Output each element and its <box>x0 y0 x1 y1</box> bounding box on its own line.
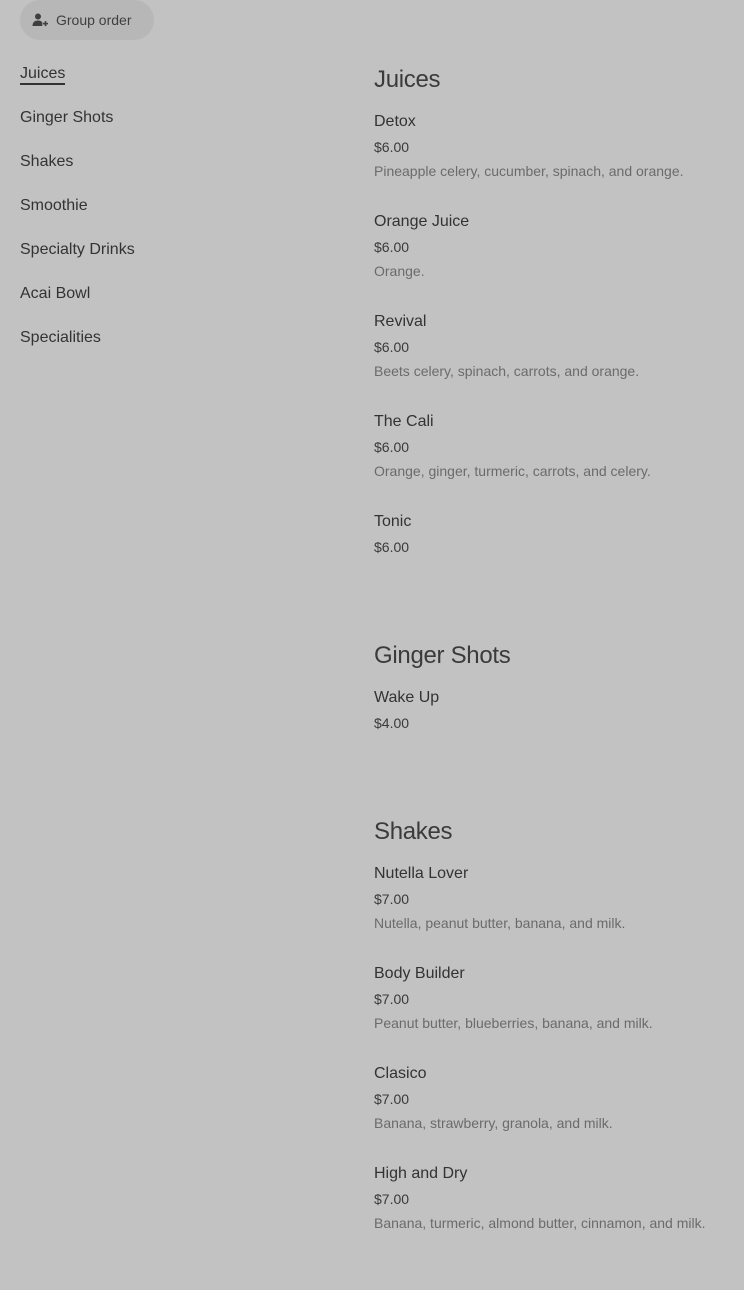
menu-item[interactable]: Revival $6.00 Beets celery, spinach, car… <box>374 310 734 410</box>
sidebar-item-specialty-drinks[interactable]: Specialty Drinks <box>20 238 320 282</box>
sidebar-item-label: Smoothie <box>20 197 88 214</box>
menu-item[interactable]: Tonic $6.00 <box>374 510 734 610</box>
item-description: Beets celery, spinach, carrots, and oran… <box>374 363 640 379</box>
section-title: Juices <box>374 66 441 93</box>
menu-item[interactable]: Nutella Lover $7.00 Nutella, peanut butt… <box>374 862 734 962</box>
sidebar-item-label: Juices <box>20 65 66 85</box>
item-name: Revival <box>374 313 427 330</box>
section-title: Shakes <box>374 818 453 845</box>
item-description <box>374 735 734 759</box>
menu-item[interactable]: Detox $6.00 Pineapple celery, cucumber, … <box>374 110 734 210</box>
menu-item[interactable]: Orange Juice $6.00 Orange. <box>374 210 734 310</box>
item-price: $6.00 <box>374 239 410 255</box>
menu-section-ginger-shots: Ginger Shots Wake Up $4.00 <box>374 638 734 786</box>
group-order-button[interactable]: Group order <box>20 0 154 40</box>
menu-item[interactable]: High and Dry $7.00 Banana, turmeric, alm… <box>374 1162 734 1262</box>
item-description: Banana, turmeric, almond butter, cinnamo… <box>374 1215 706 1231</box>
menu-content: Juices Detox $6.00 Pineapple celery, cuc… <box>374 62 734 1290</box>
sidebar-item-label: Shakes <box>20 153 74 170</box>
sidebar-item-juices[interactable]: Juices <box>20 62 320 106</box>
menu-section-juices: Juices Detox $6.00 Pineapple celery, cuc… <box>374 62 734 610</box>
category-sidebar: Juices Ginger Shots Shakes Smoothie Spec… <box>20 62 320 370</box>
sidebar-item-smoothie[interactable]: Smoothie <box>20 194 320 238</box>
person-add-icon <box>32 12 48 28</box>
item-description <box>374 559 734 583</box>
item-name: Orange Juice <box>374 213 470 230</box>
sidebar-item-acai-bowl[interactable]: Acai Bowl <box>20 282 320 326</box>
item-description: Orange, ginger, turmeric, carrots, and c… <box>374 463 651 479</box>
item-price: $7.00 <box>374 891 410 907</box>
item-price: $7.00 <box>374 1091 410 1107</box>
item-name: Detox <box>374 113 416 130</box>
item-description: Peanut butter, blueberries, banana, and … <box>374 1015 653 1031</box>
item-name: Clasico <box>374 1065 427 1082</box>
menu-item[interactable]: The Cali $6.00 Orange, ginger, turmeric,… <box>374 410 734 510</box>
item-price: $7.00 <box>374 1191 410 1207</box>
menu-item[interactable]: Body Builder $7.00 Peanut butter, bluebe… <box>374 962 734 1062</box>
item-description: Orange. <box>374 263 425 279</box>
item-price: $6.00 <box>374 339 410 355</box>
item-name: The Cali <box>374 413 434 430</box>
menu-section-shakes: Shakes Nutella Lover $7.00 Nutella, pean… <box>374 814 734 1262</box>
item-name: Tonic <box>374 513 412 530</box>
sidebar-item-label: Ginger Shots <box>20 109 114 126</box>
item-name: Body Builder <box>374 965 465 982</box>
menu-item[interactable]: Clasico $7.00 Banana, strawberry, granol… <box>374 1062 734 1162</box>
sidebar-item-ginger-shots[interactable]: Ginger Shots <box>20 106 320 150</box>
item-price: $4.00 <box>374 715 410 731</box>
item-name: High and Dry <box>374 1165 468 1182</box>
item-name: Wake Up <box>374 689 440 706</box>
sidebar-item-label: Acai Bowl <box>20 285 91 302</box>
item-name: Nutella Lover <box>374 865 469 882</box>
item-price: $6.00 <box>374 439 410 455</box>
sidebar-item-specialities[interactable]: Specialities <box>20 326 320 370</box>
menu-item[interactable]: Wake Up $4.00 <box>374 686 734 786</box>
group-order-label: Group order <box>56 12 132 28</box>
item-description: Banana, strawberry, granola, and milk. <box>374 1115 613 1131</box>
item-price: $6.00 <box>374 539 410 555</box>
sidebar-item-label: Specialities <box>20 329 101 346</box>
section-title: Ginger Shots <box>374 642 511 669</box>
sidebar-item-label: Specialty Drinks <box>20 241 135 258</box>
item-price: $6.00 <box>374 139 410 155</box>
item-description: Nutella, peanut butter, banana, and milk… <box>374 915 626 931</box>
item-description: Pineapple celery, cucumber, spinach, and… <box>374 163 684 179</box>
item-price: $7.00 <box>374 991 410 1007</box>
sidebar-item-shakes[interactable]: Shakes <box>20 150 320 194</box>
